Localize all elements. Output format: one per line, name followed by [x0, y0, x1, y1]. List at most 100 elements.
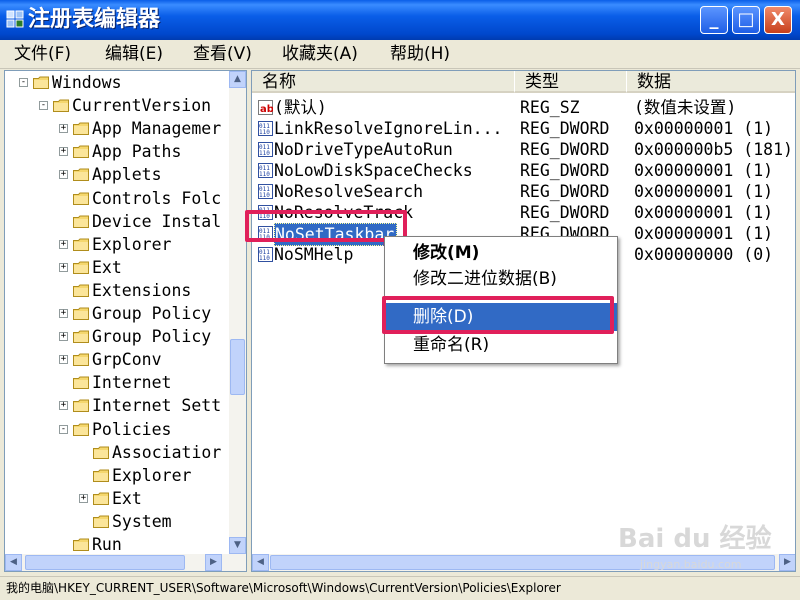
string-value-icon: ab [258, 100, 273, 115]
value-data: 0x00000001 (1) [634, 119, 774, 138]
context-menu-label: 重命名(R) [413, 335, 490, 355]
tree-node-label: CurrentVersion [72, 96, 212, 116]
tree-horizontal-scrollbar[interactable]: ◀ ▶ [5, 554, 246, 571]
value-type: REG_DWORD [520, 119, 610, 138]
folder-icon [93, 446, 109, 459]
value-type: REG_SZ [520, 98, 580, 117]
expand-icon[interactable]: + [59, 239, 68, 249]
column-header-name[interactable]: 名称 [252, 71, 514, 93]
tree-vertical-scrollbar[interactable]: ▲ ▼ [229, 71, 246, 554]
expand-icon[interactable]: + [59, 124, 68, 134]
tree-node-label: Explorer [112, 465, 192, 485]
svg-text:ab: ab [260, 104, 273, 115]
folder-icon [93, 515, 109, 528]
close-button[interactable]: X [764, 6, 792, 34]
expand-icon[interactable]: + [79, 493, 88, 503]
column-header-type[interactable]: 类型 [514, 71, 626, 93]
expand-icon[interactable]: + [59, 332, 68, 342]
tree-node-label: Group Policy [92, 327, 212, 347]
column-header-data[interactable]: 数据 [626, 71, 795, 93]
key-tree-pane[interactable]: - Windows - CurrentVersion + App Managemer + Ap… [4, 70, 247, 572]
scroll-right-button[interactable]: ▶ [779, 554, 795, 571]
dword-value-icon: 011110 [258, 142, 273, 157]
menu-bar: 文件(F) 编辑(E) 查看(V) 收藏夹(A) 帮助(H) [0, 40, 800, 69]
menu-edit[interactable]: 编辑(E) [105, 43, 163, 65]
scroll-up-button[interactable]: ▲ [229, 71, 246, 88]
collapse-icon[interactable]: - [19, 78, 28, 87]
collapse-icon[interactable]: - [39, 101, 48, 111]
tree-node-label: Ext [92, 257, 122, 277]
dword-value-icon: 011110 [258, 184, 273, 199]
folder-icon [73, 215, 89, 228]
svg-text:110: 110 [259, 192, 270, 199]
tree-node-label: Associatior [112, 442, 222, 462]
folder-icon [73, 122, 89, 136]
expand-icon[interactable]: + [59, 262, 68, 272]
menu-favorites[interactable]: 收藏夹(A) [282, 43, 358, 65]
value-row[interactable]: 011 110 NoResolveSearch REG_DWORD 0x00000001… [252, 181, 795, 202]
maximize-button[interactable]: □ [732, 6, 760, 34]
value-data: 0x00000001 (1) [634, 182, 774, 201]
scroll-down-button[interactable]: ▼ [229, 537, 246, 554]
scroll-thumb[interactable] [230, 339, 245, 395]
tree-node-label: Windows [52, 73, 122, 92]
menu-file[interactable]: 文件(F) [14, 43, 71, 65]
window-title: 注册表编辑器 [28, 7, 161, 32]
value-row[interactable]: 011 110 NoDriveTypeAutoRun REG_DWORD 0x00000… [252, 139, 795, 160]
tree-node-label: Run [92, 535, 122, 554]
svg-text:110: 110 [259, 150, 270, 157]
tree-node-label: Internet [92, 373, 172, 393]
tree-node-label: Controls Folc [92, 188, 222, 208]
folder-icon [73, 353, 89, 367]
value-type: REG_DWORD [520, 203, 610, 222]
scroll-right-button[interactable]: ▶ [205, 554, 222, 571]
tree-node-label: Group Policy [92, 304, 212, 323]
tree-node-label: App Managemer [92, 119, 222, 139]
expand-icon[interactable]: + [59, 309, 68, 318]
expand-icon[interactable]: + [59, 401, 68, 411]
menu-view[interactable]: 查看(V) [193, 43, 252, 65]
context-menu-rename[interactable]: 重命名(R) [385, 331, 617, 359]
dword-value-icon: 011110 [258, 247, 273, 262]
folder-icon [93, 492, 109, 505]
value-type: REG_DWORD [520, 140, 610, 159]
value-type: REG_DWORD [520, 161, 610, 180]
expand-icon[interactable]: + [59, 147, 68, 157]
folder-icon [73, 399, 89, 413]
svg-text:110: 110 [259, 255, 270, 262]
collapse-icon[interactable]: - [59, 424, 68, 434]
value-row[interactable]: 011 110 LinkResolveIgnoreLin... REG_DWORD 0x… [252, 118, 795, 139]
svg-text:110: 110 [259, 129, 270, 136]
minimize-button[interactable]: _ [700, 6, 728, 34]
value-data: 0x00000001 (1) [634, 224, 774, 243]
context-menu-label: 修改二进位数据(B) [413, 269, 557, 289]
folder-icon [73, 538, 89, 551]
menu-help[interactable]: 帮助(H) [390, 43, 450, 65]
context-menu-modify[interactable]: 修改(M) [385, 239, 617, 267]
value-name: NoSMHelp [274, 245, 354, 264]
folder-icon [73, 168, 89, 182]
value-data: 0x00000001 (1) [634, 161, 774, 180]
folder-icon [73, 192, 89, 205]
title-bar[interactable]: 注册表编辑器 _ □ X [0, 0, 800, 40]
value-row[interactable]: 011 110 NoLowDiskSpaceChecks REG_DWORD 0x000… [252, 160, 795, 181]
folder-icon [93, 469, 109, 482]
value-row[interactable]: ab (默认) REG_SZ (数值未设置) [252, 97, 795, 118]
context-menu-label: 修改(M) [413, 243, 480, 263]
value-type: REG_DWORD [520, 182, 610, 201]
value-name: NoResolveSearch [274, 182, 424, 201]
tree-node-label: GrpConv [92, 350, 162, 370]
status-bar-path: 我的电脑\HKEY_CURRENT_USER\Software\Microsof… [0, 576, 800, 600]
expand-icon[interactable]: + [59, 170, 68, 180]
value-data: 0x00000001 (1) [634, 203, 774, 222]
context-menu-modify-binary[interactable]: 修改二进位数据(B) [385, 265, 617, 293]
value-data: 0x00000000 (0) [634, 245, 774, 264]
value-name: NoDriveTypeAutoRun [274, 140, 453, 159]
scroll-thumb[interactable] [25, 555, 185, 570]
value-data: 0x000000b5 (181) [634, 140, 793, 159]
expand-icon[interactable]: + [59, 355, 68, 365]
scroll-left-button[interactable]: ◀ [5, 554, 22, 571]
scroll-left-button[interactable]: ◀ [252, 554, 269, 571]
folder-icon [73, 423, 89, 436]
dword-value-icon: 011110 [258, 163, 273, 178]
